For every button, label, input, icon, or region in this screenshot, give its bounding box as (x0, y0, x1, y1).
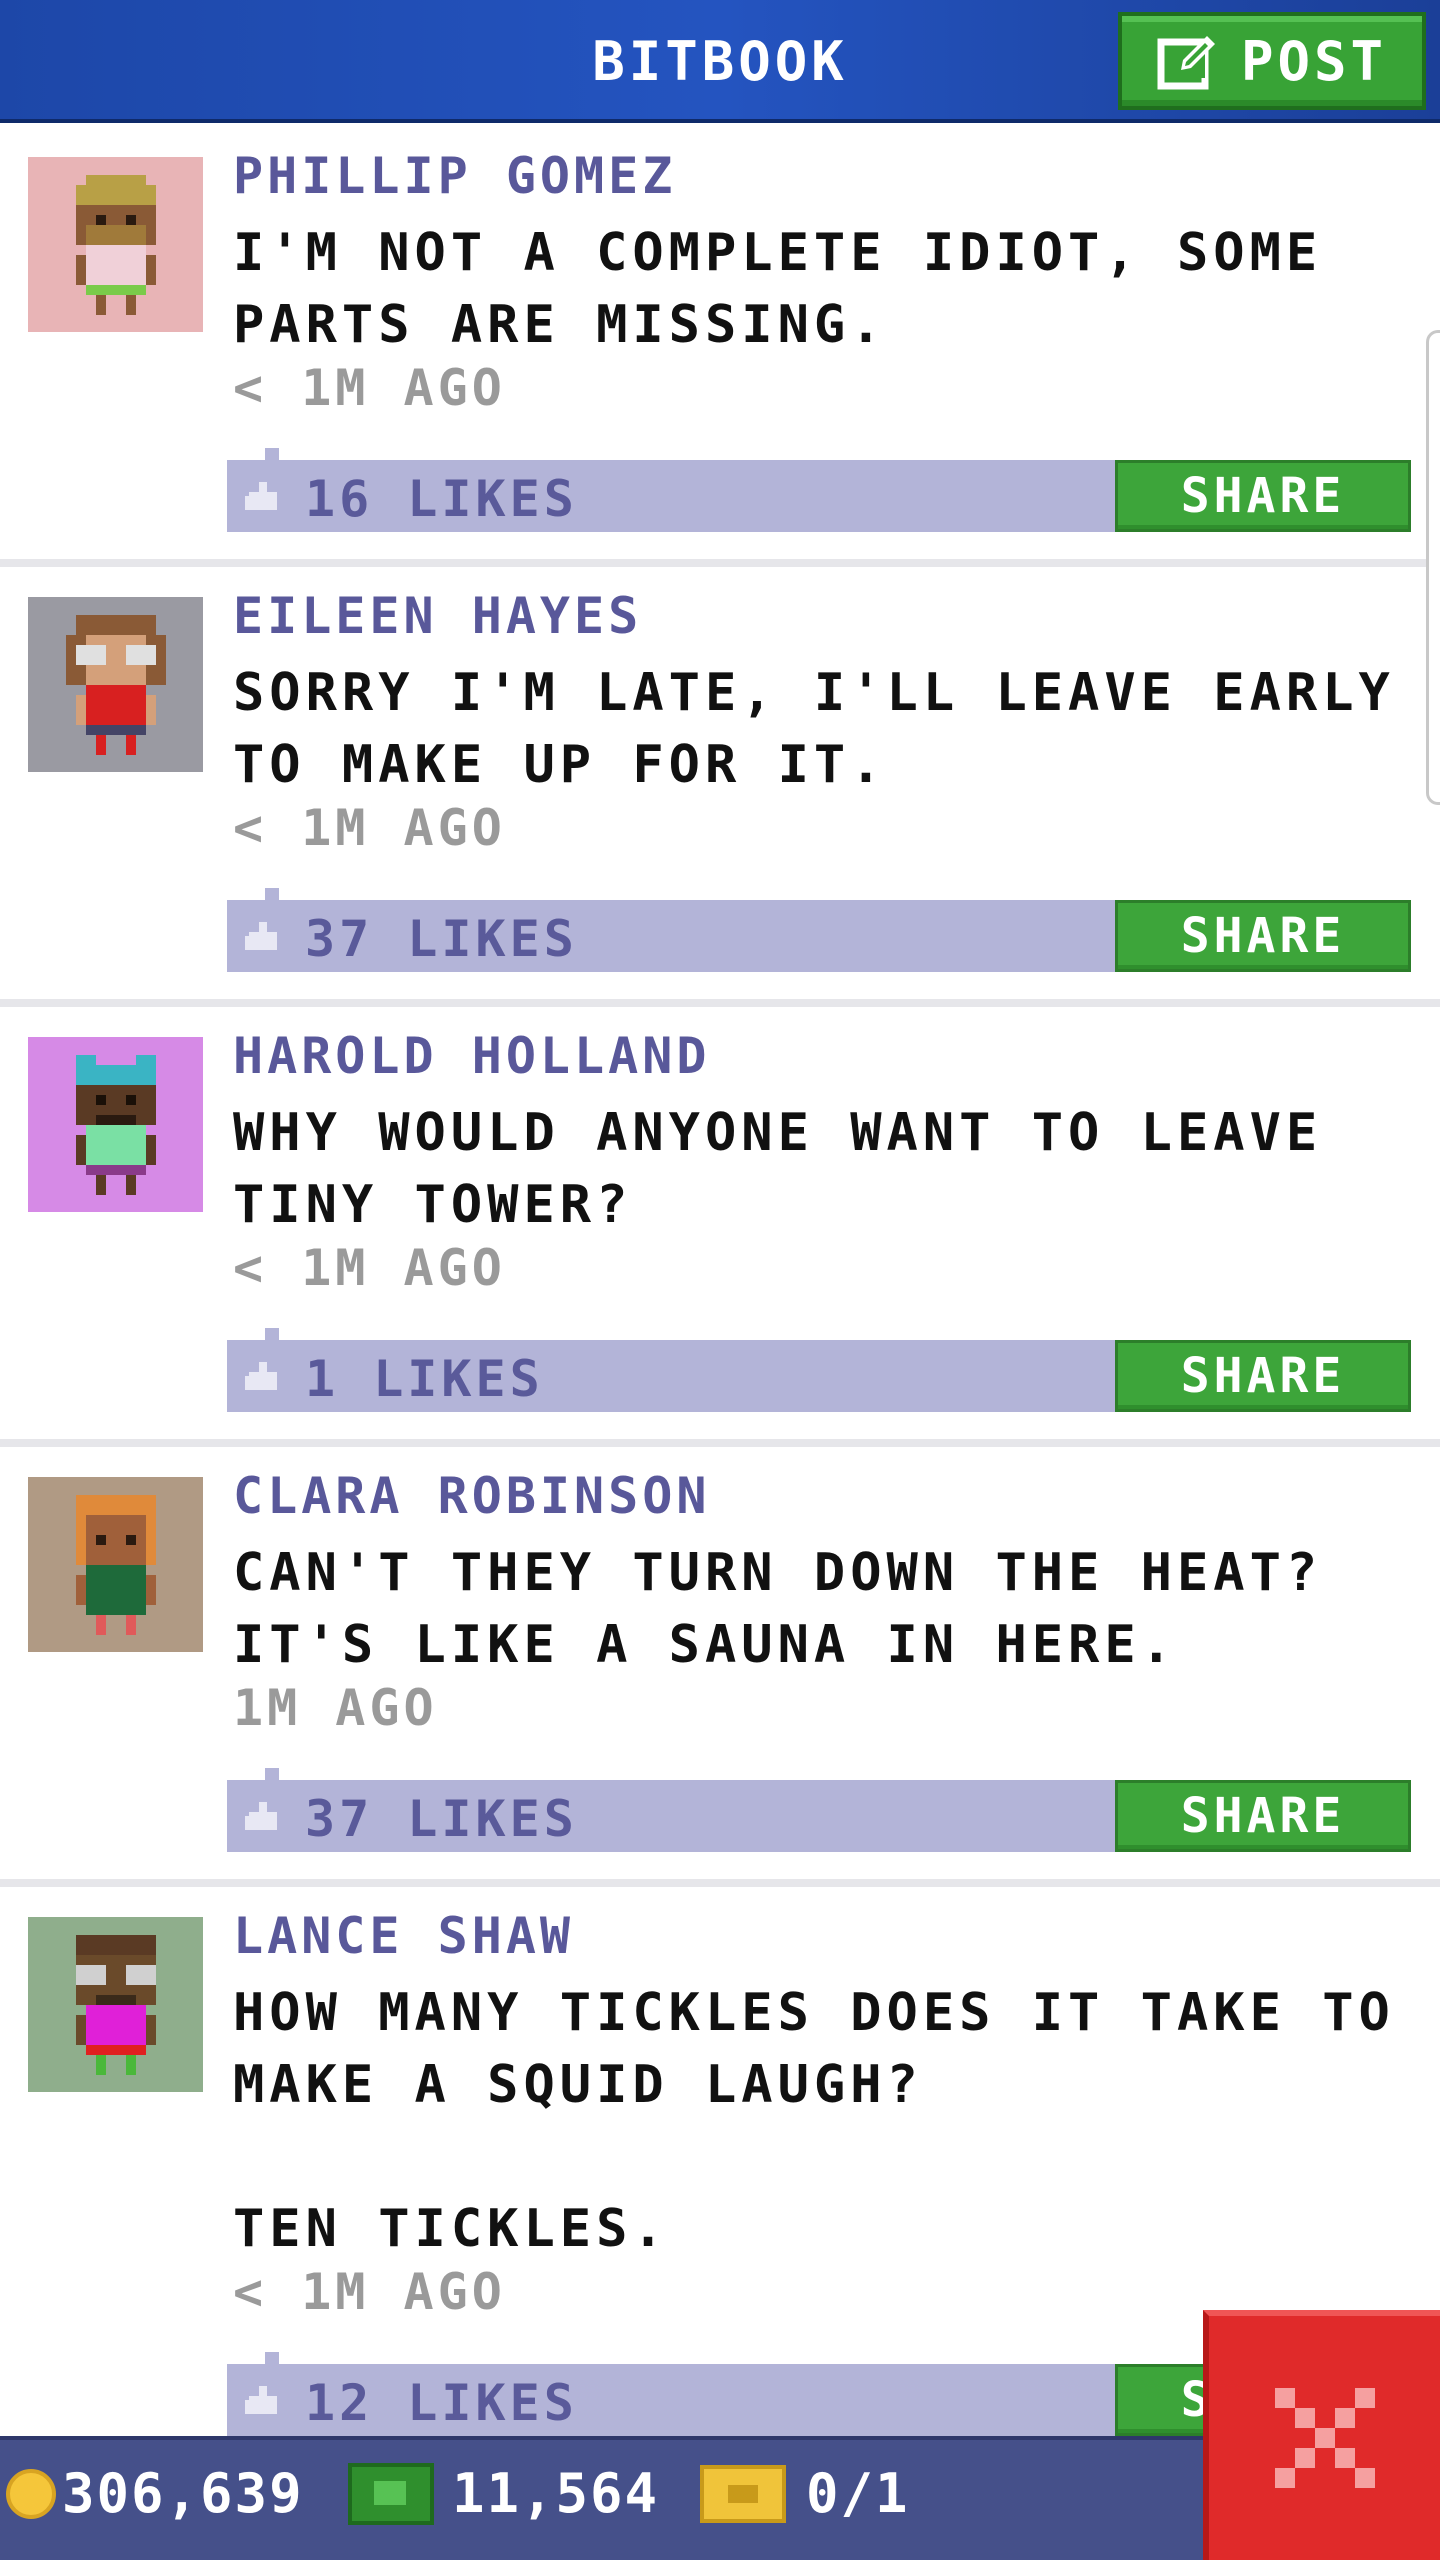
post-author[interactable]: HAROLD HOLLAND (233, 1027, 710, 1085)
thumbs-up-icon (245, 1362, 277, 1390)
post-divider (0, 559, 1440, 567)
post-item: HAROLD HOLLAND WHY WOULD ANYONE WANT TO … (0, 1007, 1440, 1447)
coin-icon (6, 2468, 56, 2519)
post-author[interactable]: EILEEN HAYES (233, 587, 642, 645)
thumbs-up-icon (245, 2386, 277, 2414)
post-item: PHILLIP GOMEZ I'M NOT A COMPLETE IDIOT, … (0, 127, 1440, 567)
coins-stat: 306,639 (6, 2462, 304, 2525)
post-button-label: POST (1240, 29, 1388, 93)
bux-stat: 11,564 (348, 2462, 659, 2525)
likes-bar: 37 LIKES SHARE (227, 1768, 1411, 1852)
post-item: CLARA ROBINSON CAN'T THEY TURN DOWN THE … (0, 1447, 1440, 1887)
avatar-sprite (75, 174, 156, 315)
edit-icon (1157, 36, 1215, 90)
share-button[interactable]: SHARE (1115, 900, 1411, 972)
avatar[interactable] (28, 597, 203, 772)
share-button[interactable]: SHARE (1115, 1780, 1411, 1852)
post-text: WHY WOULD ANYONE WANT TO LEAVE TINY TOWE… (233, 1103, 1323, 1235)
bux-value: 11,564 (452, 2462, 660, 2525)
cash-icon (348, 2462, 434, 2525)
avatar-sprite (75, 1054, 156, 1195)
likes-bar: 37 LIKES SHARE (227, 888, 1411, 972)
post-time: < 1M AGO (233, 2263, 506, 2321)
post-divider (0, 1879, 1440, 1887)
post-time: < 1M AGO (233, 799, 506, 857)
post-text: HOW MANY TICKLES DOES IT TAKE TO MAKE A … (233, 1983, 1395, 2259)
likes-bar: 16 LIKES SHARE (227, 448, 1411, 532)
avatar[interactable] (28, 1917, 203, 2092)
ticket-icon (700, 2464, 786, 2523)
likes-count: 37 LIKES (305, 1790, 578, 1848)
thumbs-up-icon (245, 1802, 277, 1830)
tickets-stat: 0/1 (700, 2462, 910, 2525)
post-time: < 1M AGO (233, 1239, 506, 1297)
post-text: CAN'T THEY TURN DOWN THE HEAT? IT'S LIKE… (233, 1543, 1323, 1675)
post-author[interactable]: LANCE SHAW (233, 1907, 574, 1965)
avatar-sprite (75, 1934, 156, 2075)
avatar[interactable] (28, 157, 203, 332)
post-text: SORRY I'M LATE, I'LL LEAVE EARLY TO MAKE… (233, 663, 1395, 795)
share-button[interactable]: SHARE (1115, 1340, 1411, 1412)
avatar[interactable] (28, 1037, 203, 1212)
close-button[interactable] (1203, 2310, 1440, 2560)
tickets-value: 0/1 (806, 2462, 910, 2525)
likes-bar: 1 LIKES SHARE (227, 1328, 1411, 1412)
post-author[interactable]: CLARA ROBINSON (233, 1467, 710, 1525)
post-feed[interactable]: PHILLIP GOMEZ I'M NOT A COMPLETE IDIOT, … (0, 127, 1440, 2436)
likes-count: 37 LIKES (305, 910, 578, 968)
likes-count: 1 LIKES (305, 1350, 544, 1408)
app-header: BITBOOK POST (0, 0, 1440, 123)
post-divider (0, 999, 1440, 1007)
coins-value: 306,639 (62, 2462, 304, 2525)
post-divider (0, 1439, 1440, 1447)
post-item: EILEEN HAYES SORRY I'M LATE, I'LL LEAVE … (0, 567, 1440, 1007)
close-icon (1274, 2388, 1375, 2488)
thumbs-up-icon (245, 482, 277, 510)
post-text: I'M NOT A COMPLETE IDIOT, SOME PARTS ARE… (233, 223, 1323, 355)
post-button[interactable]: POST (1118, 12, 1426, 110)
post-time: 1M AGO (233, 1679, 438, 1737)
likes-count: 16 LIKES (305, 470, 578, 528)
post-author[interactable]: PHILLIP GOMEZ (233, 147, 676, 205)
avatar-sprite (65, 614, 166, 755)
avatar[interactable] (28, 1477, 203, 1652)
scrollbar[interactable] (1426, 330, 1440, 805)
likes-count: 12 LIKES (305, 2374, 578, 2432)
share-button[interactable]: SHARE (1115, 460, 1411, 532)
thumbs-up-icon (245, 922, 277, 950)
avatar-sprite (75, 1494, 156, 1635)
post-time: < 1M AGO (233, 359, 506, 417)
